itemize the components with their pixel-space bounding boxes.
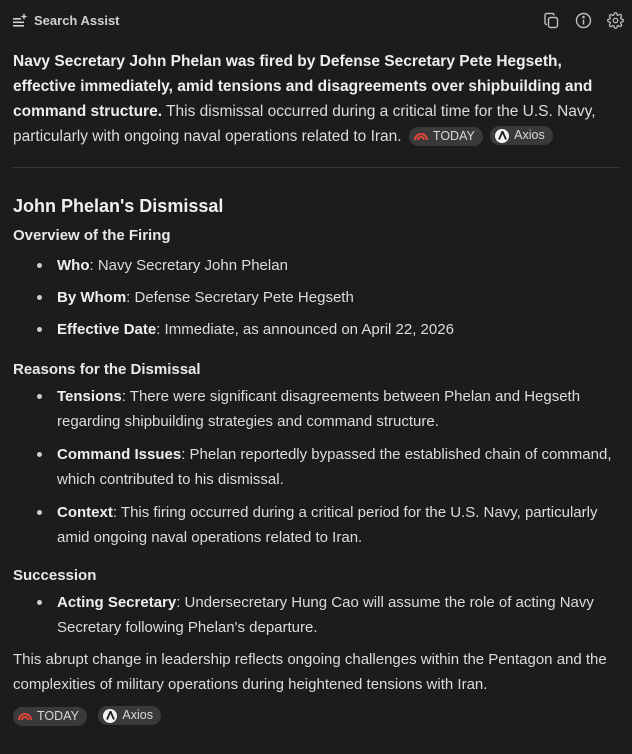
info-icon[interactable] [573, 10, 593, 30]
axios-logo-icon [103, 708, 118, 723]
today-rainbow-icon [18, 712, 32, 720]
list-item: Command Issues: Phelan reportedly bypass… [37, 442, 619, 492]
closing-paragraph: This abrupt change in leadership reflect… [13, 651, 607, 693]
closing-sources: TODAY Axios [13, 706, 619, 726]
item-label: Who [57, 257, 90, 274]
summary-paragraph: Navy Secretary John Phelan was fired by … [13, 49, 619, 149]
copy-icon[interactable] [541, 10, 561, 30]
succession-list: Acting Secretary: Undersecretary Hung Ca… [13, 590, 619, 640]
succession-heading: Succession [13, 567, 97, 584]
item-label: Tensions [57, 388, 122, 405]
item-label: Command Issues [57, 446, 182, 463]
overview-heading: Overview of the Firing [13, 227, 171, 244]
source-chip-today[interactable]: TODAY [408, 126, 483, 146]
list-item: Acting Secretary: Undersecretary Hung Ca… [37, 590, 619, 640]
source-chip-today[interactable]: TODAY [13, 706, 87, 726]
source-chip-label: TODAY [432, 128, 475, 143]
source-chip-axios[interactable]: Axios [490, 126, 553, 145]
list-item: Context: This firing occurred during a c… [37, 500, 619, 550]
item-label: Context [57, 504, 113, 521]
today-rainbow-icon [413, 132, 428, 140]
article-title: John Phelan's Dismissal [13, 196, 224, 216]
source-chip-label: Axios [514, 128, 545, 142]
sparkle-list-icon [13, 13, 28, 27]
header-left: Search Assist [13, 13, 120, 28]
item-text: : There were significant disagreements b… [57, 388, 581, 430]
reasons-heading: Reasons for the Dismissal [13, 361, 201, 378]
reasons-list: Tensions: There were significant disagre… [13, 384, 619, 550]
item-text: : Immediate, as announced on April 22, 2… [156, 321, 454, 338]
item-text: : Defense Secretary Pete Hegseth [126, 289, 354, 306]
source-chip-label: TODAY [37, 708, 79, 723]
list-item: By Whom: Defense Secretary Pete Hegseth [37, 285, 619, 310]
header-title: Search Assist [34, 12, 120, 28]
header: Search Assist [13, 0, 624, 40]
list-item: Who: Navy Secretary John Phelan [37, 253, 619, 278]
overview-list: Who: Navy Secretary John Phelan By Whom:… [13, 253, 619, 342]
divider [13, 167, 619, 168]
search-assist-panel: Search Assist Navy Secretary John Phelan… [0, 0, 632, 754]
list-item: Tensions: There were significant disagre… [37, 384, 619, 434]
item-label: Acting Secretary [57, 594, 177, 611]
header-actions [541, 10, 625, 30]
source-chip-label: Axios [122, 708, 153, 722]
item-text: : This firing occurred during a critical… [57, 504, 598, 546]
source-chip-axios[interactable]: Axios [98, 706, 161, 725]
item-label: By Whom [57, 289, 127, 306]
list-item: Effective Date: Immediate, as announced … [37, 317, 619, 342]
gear-icon[interactable] [605, 10, 625, 30]
axios-logo-icon [495, 128, 510, 143]
item-text: : Navy Secretary John Phelan [89, 257, 288, 274]
item-label: Effective Date [57, 321, 157, 338]
